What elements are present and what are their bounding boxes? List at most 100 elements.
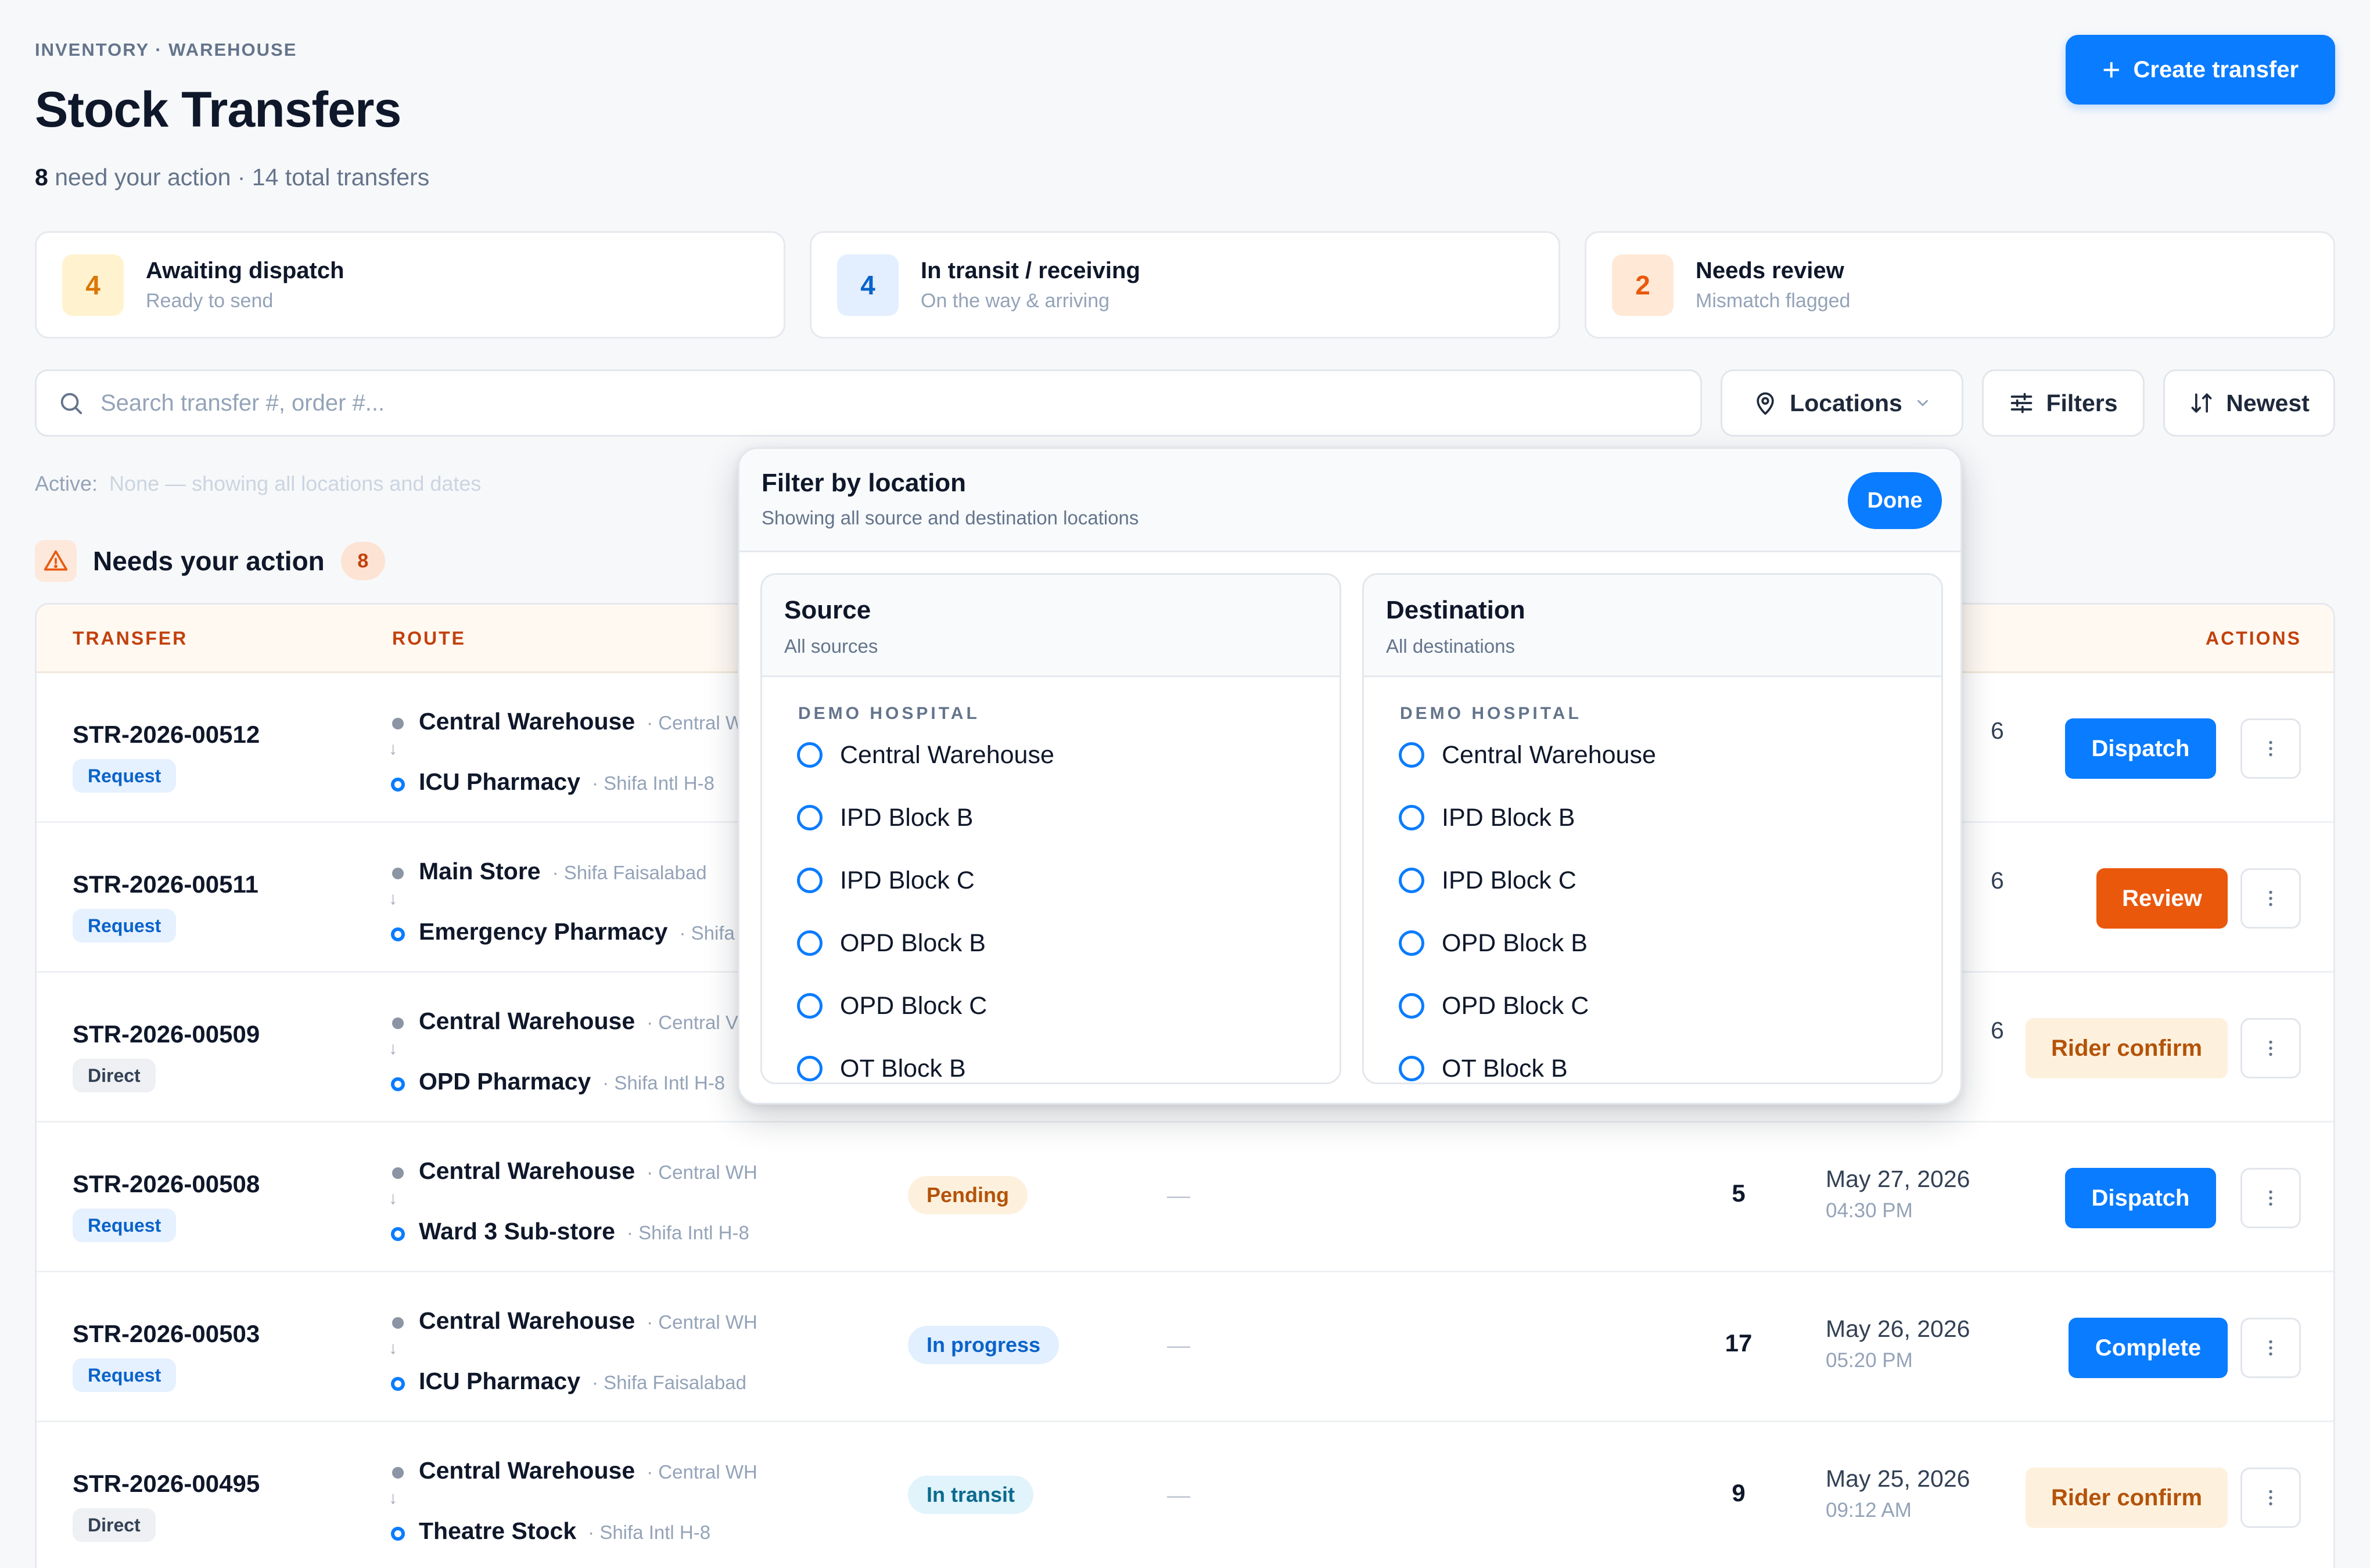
stat-subtitle: Mismatch flagged (1696, 289, 1851, 312)
radio-icon[interactable] (797, 930, 823, 956)
option-label: OPD Block B (1442, 929, 1588, 957)
source-option[interactable]: OPD Block C (797, 983, 987, 1029)
destination-option[interactable]: IPD Block B (1399, 794, 1575, 841)
destination-site: · Shifa Intl H-8 (602, 1072, 726, 1094)
radio-icon[interactable] (797, 868, 823, 893)
search-input[interactable] (100, 390, 1611, 416)
more-button[interactable] (2240, 718, 2301, 779)
sort-button[interactable]: Newest (2163, 369, 2335, 437)
radio-icon[interactable] (797, 1056, 823, 1081)
search-box[interactable] (35, 369, 1702, 437)
source-option[interactable]: OPD Block B (797, 920, 986, 966)
stat-card-in-transit[interactable]: 4 In transit / receiving On the way & ar… (810, 231, 1560, 339)
stat-card-awaiting-dispatch[interactable]: 4 Awaiting dispatch Ready to send (35, 231, 785, 339)
date-peek: 6 (1991, 867, 2004, 894)
done-button[interactable]: Done (1848, 472, 1942, 529)
source-option[interactable]: Central Warehouse (797, 732, 1054, 778)
transfer-date: May 27, 2026 (1826, 1166, 1970, 1192)
stat-count: 4 (837, 254, 899, 316)
transfer-id[interactable]: STR-2026-00509 (73, 1020, 260, 1048)
route-source: Main Store · Shifa Faisalabad (419, 858, 707, 885)
date-peek: 6 (1991, 717, 2004, 744)
option-label: OT Block B (1442, 1054, 1568, 1083)
dispatch-button[interactable]: Dispatch (2065, 1168, 2216, 1228)
destination-option[interactable]: IPD Block C (1399, 857, 1577, 904)
more-button[interactable] (2240, 1468, 2301, 1528)
arrow-down-icon: ↓ (389, 1339, 397, 1358)
filters-button[interactable]: Filters (1982, 369, 2145, 437)
locations-button[interactable]: Locations (1721, 369, 1963, 437)
radio-icon[interactable] (1399, 1056, 1424, 1081)
stat-card-needs-review[interactable]: 2 Needs review Mismatch flagged (1585, 231, 2335, 339)
item-quantity: 5 (1732, 1179, 1746, 1207)
destination-option[interactable]: OT Block B (1399, 1045, 1568, 1083)
transfer-time: 05:20 PM (1826, 1349, 1913, 1372)
destination-option[interactable]: OPD Block B (1399, 920, 1588, 966)
stat-count: 2 (1612, 254, 1674, 316)
stat-subtitle: On the way & arriving (921, 289, 1110, 312)
section-title: Needs your action (93, 546, 325, 576)
create-transfer-button[interactable]: + Create transfer (2066, 35, 2335, 105)
radio-icon[interactable] (1399, 868, 1424, 893)
source-name: Central Warehouse (419, 708, 635, 735)
popover-title: Filter by location (762, 469, 967, 497)
stat-subtitle: Ready to send (146, 289, 274, 312)
rider-confirm-button[interactable]: Rider confirm (2026, 1468, 2228, 1528)
empty-value: — (1167, 1483, 1190, 1508)
radio-icon[interactable] (1399, 805, 1424, 830)
transfer-id[interactable]: STR-2026-00512 (73, 721, 260, 749)
plus-icon: + (2102, 52, 2121, 87)
source-option[interactable]: IPD Block C (797, 857, 975, 904)
source-dot-icon (392, 868, 404, 879)
transfer-id[interactable]: STR-2026-00508 (73, 1170, 260, 1198)
source-dot-icon (392, 1017, 404, 1029)
arrow-down-icon: ↓ (389, 1039, 397, 1058)
radio-icon[interactable] (797, 805, 823, 830)
source-option[interactable]: OT Block B (797, 1045, 966, 1083)
radio-icon[interactable] (797, 993, 823, 1019)
rider-confirm-button[interactable]: Rider confirm (2026, 1018, 2228, 1078)
more-button[interactable] (2240, 1168, 2301, 1228)
destination-option[interactable]: OPD Block C (1399, 983, 1589, 1029)
radio-icon[interactable] (1399, 930, 1424, 956)
subtitle-text: need your action · 14 total transfers (55, 164, 430, 190)
more-button[interactable] (2240, 868, 2301, 929)
column-header-transfer: TRANSFER (73, 628, 188, 649)
complete-button[interactable]: Complete (2069, 1318, 2228, 1378)
source-dot-icon (392, 1317, 404, 1329)
more-button[interactable] (2240, 1318, 2301, 1378)
filters-label: Filters (2046, 389, 2118, 416)
popover-header: Filter by location Showing all source an… (739, 449, 1960, 552)
destination-option[interactable]: Central Warehouse (1399, 732, 1656, 778)
source-option[interactable]: IPD Block B (797, 794, 973, 841)
page-title: Stock Transfers (35, 82, 401, 138)
table-row[interactable]: STR-2026-00495 Direct Central Warehouse ·… (37, 1422, 2333, 1568)
chevron-down-icon (1917, 400, 1928, 407)
source-dot-icon (392, 1167, 404, 1179)
source-dot-icon (392, 1467, 404, 1479)
radio-icon[interactable] (1399, 742, 1424, 768)
transfer-id[interactable]: STR-2026-00503 (73, 1320, 260, 1348)
item-quantity: 9 (1732, 1479, 1746, 1506)
more-vertical-icon (2269, 1340, 2272, 1356)
destination-dot-icon (391, 778, 405, 792)
item-quantity: 17 (1725, 1329, 1753, 1357)
warning-icon (35, 540, 77, 582)
transfer-date: May 26, 2026 (1826, 1315, 1970, 1342)
destination-name: Theatre Stock (419, 1517, 577, 1544)
more-button[interactable] (2240, 1018, 2301, 1078)
type-badge: Request (73, 1358, 177, 1392)
dispatch-button[interactable]: Dispatch (2065, 718, 2216, 779)
radio-icon[interactable] (1399, 993, 1424, 1019)
transfer-id[interactable]: STR-2026-00511 (73, 871, 258, 898)
arrow-down-icon: ↓ (389, 1189, 397, 1208)
table-row[interactable]: STR-2026-00503 Request Central Warehouse… (37, 1272, 2333, 1422)
table-row[interactable]: STR-2026-00508 Request Central Warehouse… (37, 1123, 2333, 1272)
review-button[interactable]: Review (2096, 868, 2228, 929)
empty-value: — (1167, 1333, 1190, 1358)
destination-site: · Shifa Faisalabad (592, 1372, 746, 1393)
destination-dot-icon (391, 1077, 405, 1091)
radio-icon[interactable] (797, 742, 823, 768)
transfer-id[interactable]: STR-2026-00495 (73, 1470, 260, 1498)
route-source: Central Warehouse · Central WH (419, 1307, 757, 1335)
